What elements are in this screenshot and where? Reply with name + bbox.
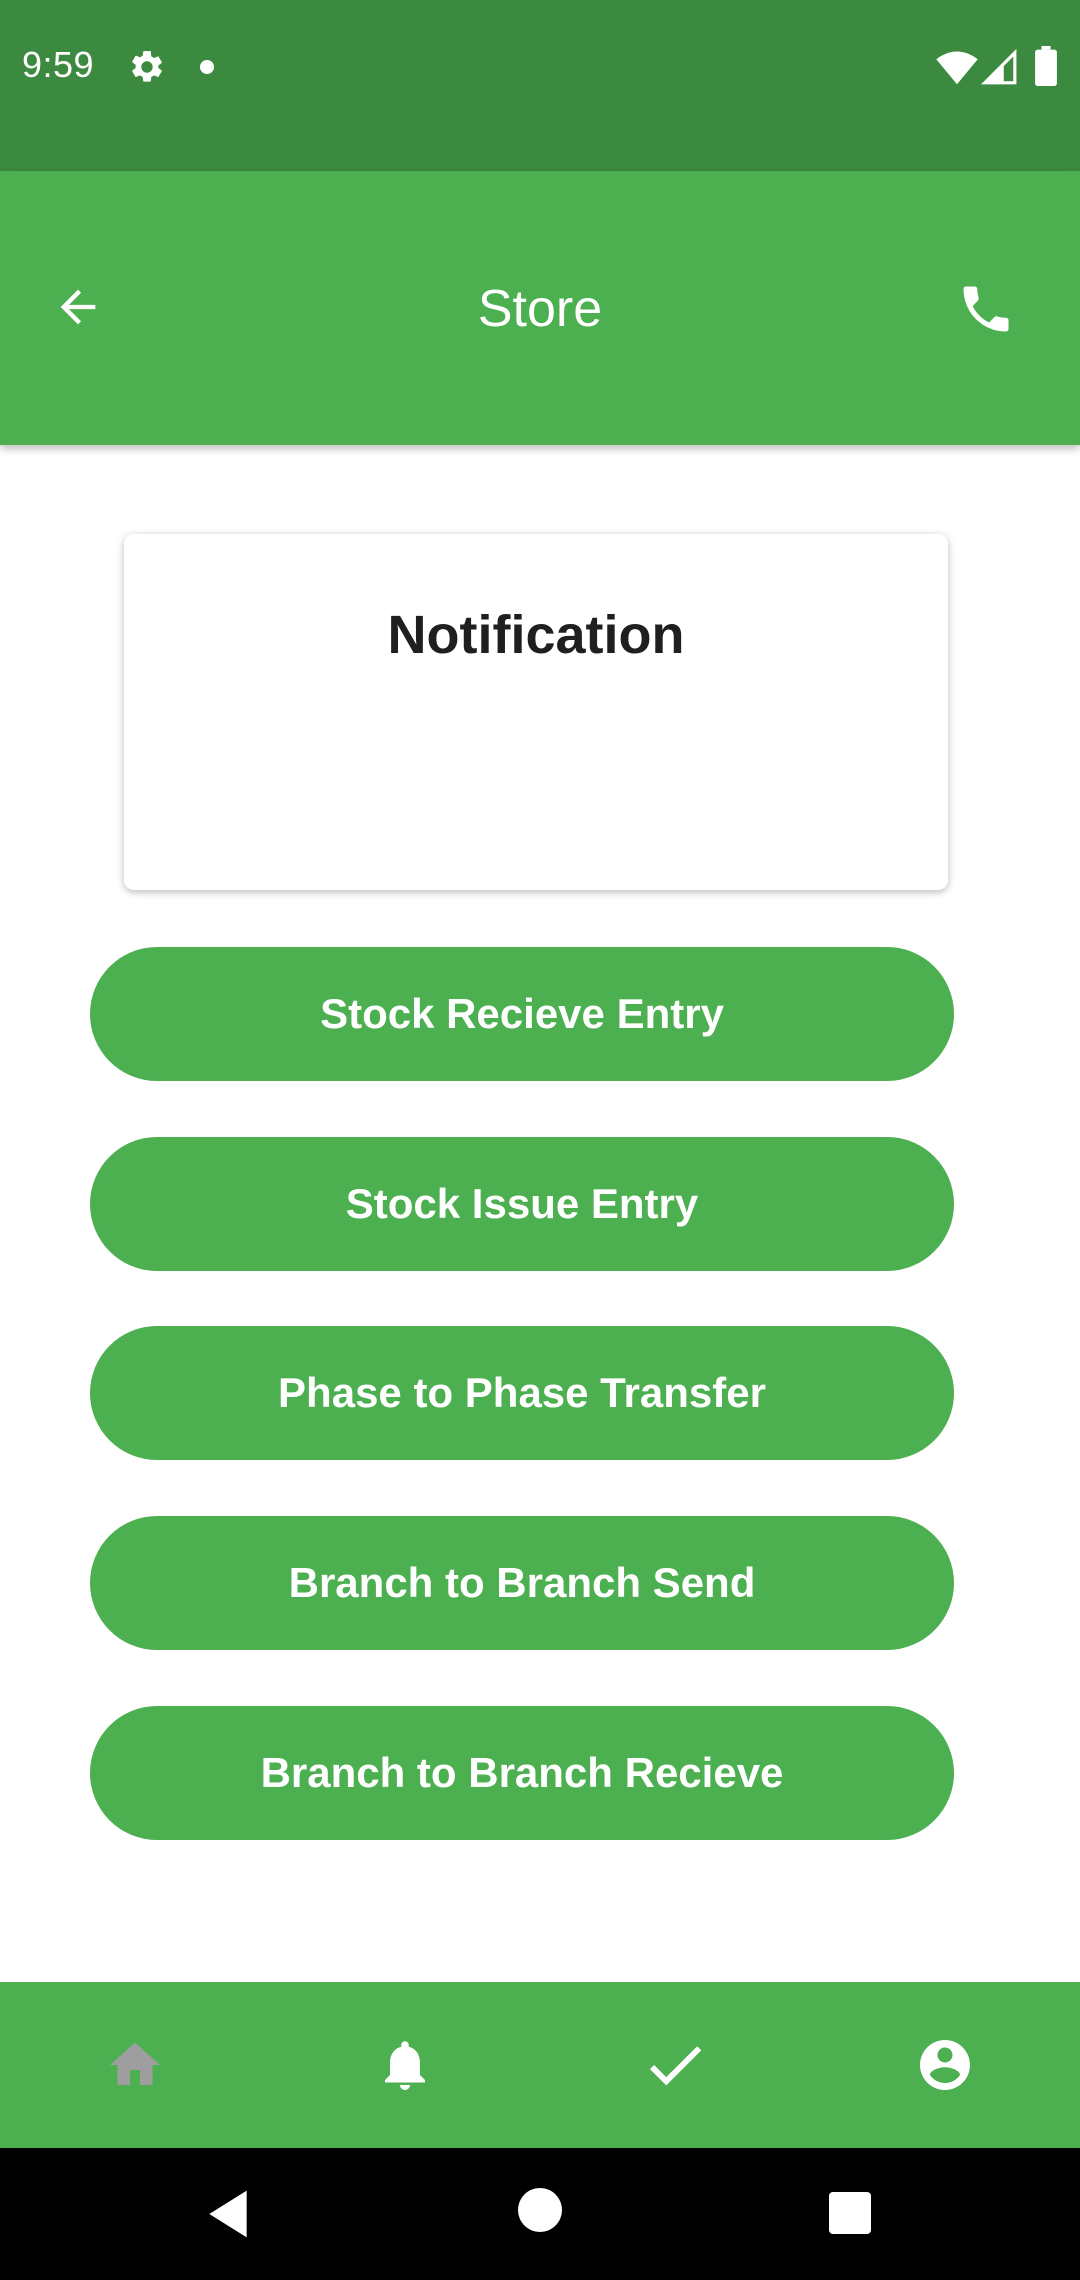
branch-to-branch-recieve-button[interactable]: Branch to Branch Recieve: [90, 1706, 954, 1840]
app-bar: Store: [0, 171, 1080, 445]
system-nav-bar: [0, 2148, 1080, 2280]
nav-notifications[interactable]: [270, 1982, 540, 2148]
battery-icon: [1035, 46, 1057, 86]
notification-dot-icon: [200, 60, 214, 74]
phone-icon: [963, 286, 1009, 332]
screen: 9:59 Store Notification Stock Recieve En…: [0, 0, 1080, 2280]
status-bar: 9:59: [0, 0, 1080, 171]
wifi-icon: [936, 51, 978, 85]
notification-title: Notification: [387, 605, 685, 665]
home-icon: [110, 2042, 160, 2085]
stock-issue-entry-button[interactable]: Stock Issue Entry: [90, 1137, 954, 1271]
call-button[interactable]: [956, 279, 1016, 339]
nav-home[interactable]: [0, 1982, 270, 2148]
branch-to-branch-send-button[interactable]: Branch to Branch Send: [90, 1516, 954, 1650]
notification-card[interactable]: Notification: [124, 534, 948, 890]
gear-icon: [132, 51, 162, 82]
nav-tasks[interactable]: [540, 1982, 810, 2148]
signal-icon: [980, 48, 1017, 85]
page-title: Store: [477, 280, 603, 338]
phase-to-phase-transfer-button[interactable]: Phase to Phase Transfer: [90, 1326, 954, 1460]
system-home-icon[interactable]: [518, 2188, 562, 2232]
status-time: 9:59: [22, 44, 95, 85]
bell-icon: [385, 2041, 425, 2090]
system-recents-icon[interactable]: [829, 2192, 871, 2234]
stock-recieve-entry-button[interactable]: Stock Recieve Entry: [90, 947, 954, 1081]
check-icon: [649, 2046, 702, 2086]
bottom-nav: [0, 1982, 1080, 2148]
account-icon: [920, 2040, 970, 2090]
system-back-icon[interactable]: [200, 2186, 256, 2242]
nav-account[interactable]: [810, 1982, 1080, 2148]
